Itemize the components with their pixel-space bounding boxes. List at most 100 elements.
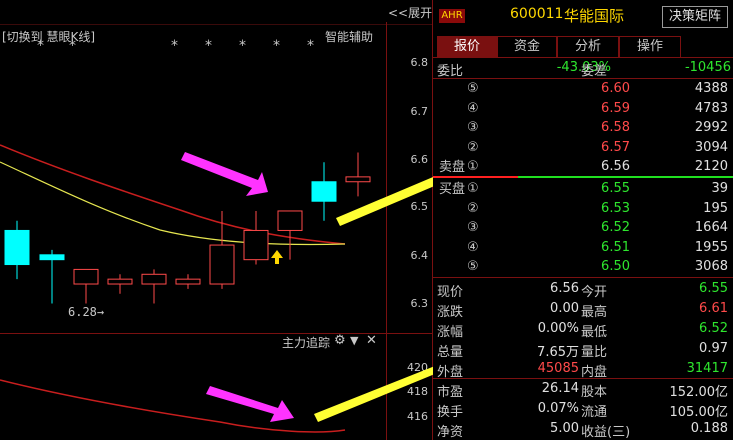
tab-capital[interactable]: 资金: [497, 36, 557, 57]
detail-label: 收益(三): [581, 425, 631, 440]
ma-line-yellow: [0, 161, 346, 246]
order-row[interactable]: ⑤ 6.50 3068: [433, 257, 733, 277]
order-volume: 195: [703, 200, 728, 216]
detail-label: 最低: [581, 325, 608, 340]
order-volume: 39: [711, 181, 728, 196]
detail-label: 今开: [581, 285, 608, 300]
detail-label: 市盈: [437, 385, 464, 400]
tab-quote[interactable]: 报价: [437, 36, 497, 57]
order-level: ④: [467, 100, 479, 116]
detail-value: 31417: [686, 361, 728, 376]
order-row[interactable]: ⑤ 6.60 4388: [433, 79, 733, 99]
detail-value: 0.97: [699, 341, 728, 356]
stock-name: 华能国际: [564, 7, 625, 25]
stock-code: 600011: [510, 6, 564, 22]
detail-value: 0.07%: [537, 401, 579, 416]
order-row[interactable]: ② 6.53 195: [433, 199, 733, 219]
candle-body: [4, 229, 30, 266]
decision-matrix-button[interactable]: 决策矩阵: [662, 6, 728, 28]
detail-value: 26.14: [541, 381, 579, 396]
detail-row: 涨跌 0.00 最高 6.61: [433, 299, 733, 320]
order-volume: 3068: [694, 259, 728, 274]
order-price: 6.60: [601, 81, 630, 96]
detail-label: 现价: [437, 285, 464, 300]
order-price: 6.53: [601, 200, 630, 216]
wb-label: 委比: [437, 64, 464, 79]
detail-value: 152.00亿: [669, 385, 729, 400]
candle-body: [277, 210, 303, 231]
order-price: 6.55: [601, 181, 630, 196]
detail-row: 外盘 45085 内盘 31417: [433, 359, 733, 380]
detail-label: 股本: [581, 385, 608, 400]
detail-value: 0.00: [550, 301, 579, 316]
detail-label: 最高: [581, 305, 608, 320]
kline-chart[interactable]: [切换到 慧眼K线] 智能辅助 <<展开 6.8 6.7 6.6 6.5 6.4…: [0, 0, 433, 440]
wc-value: -10456: [684, 60, 731, 75]
candle-body: [311, 181, 337, 202]
magenta-arrow-icon: [206, 386, 294, 422]
order-price: 6.56: [601, 159, 630, 174]
detail-label: 总量: [437, 345, 464, 360]
order-level: ②: [467, 139, 479, 155]
detail-row: 总量 7.65万 量比 0.97: [433, 339, 733, 360]
order-row[interactable]: ① 6.56 2120: [433, 157, 733, 177]
detail-value: 0.00%: [537, 321, 579, 336]
candle-body: [345, 176, 371, 183]
detail-label: 净资: [437, 425, 464, 440]
order-volume: 2992: [694, 120, 728, 135]
tab-analysis[interactable]: 分析: [557, 36, 619, 57]
detail-label: 量比: [581, 345, 608, 360]
detail-value: 45085: [537, 361, 579, 376]
order-price: 6.59: [601, 100, 630, 116]
order-price: 6.52: [601, 220, 630, 235]
candle-body: [243, 229, 269, 261]
order-price: 6.57: [601, 139, 630, 155]
candle-body: [141, 273, 167, 285]
wc-label: 委差: [581, 64, 608, 79]
order-price: 6.58: [601, 120, 630, 135]
order-level: ④: [467, 239, 479, 255]
order-row[interactable]: ① 6.55 39: [433, 179, 733, 199]
detail-value: 0.188: [690, 421, 728, 436]
order-level: ①: [467, 159, 479, 174]
magenta-arrow-icon: [181, 152, 268, 196]
detail-value: 7.65万: [537, 345, 579, 360]
candles: [4, 152, 371, 304]
order-row[interactable]: ③ 6.52 1664: [433, 218, 733, 238]
order-volume: 4388: [694, 81, 728, 96]
order-volume: 3094: [694, 139, 728, 155]
order-price: 6.51: [601, 239, 630, 255]
detail-row: 净资 5.00 收益(三) 0.188: [433, 419, 733, 440]
detail-value: 5.00: [550, 421, 579, 436]
order-level: ②: [467, 200, 479, 216]
order-row[interactable]: ③ 6.58 2992: [433, 118, 733, 138]
candle-body: [175, 278, 201, 285]
detail-label: 流通: [581, 405, 608, 420]
order-level: ①: [467, 181, 479, 196]
tab-operate[interactable]: 操作: [619, 36, 681, 57]
yellow-arrow-icon: [336, 176, 433, 226]
order-row[interactable]: ② 6.57 3094: [433, 138, 733, 158]
order-level: ⑤: [467, 81, 479, 96]
order-row[interactable]: ④ 6.59 4783: [433, 99, 733, 119]
buy-signal-icon: [271, 250, 283, 264]
order-row[interactable]: ④ 6.51 1955: [433, 238, 733, 258]
detail-value: 6.61: [699, 301, 728, 316]
order-volume: 1664: [694, 220, 728, 235]
indicator-line: [0, 379, 346, 433]
detail-row: 市盈 26.14 股本 152.00亿: [433, 379, 733, 400]
order-level: ③: [467, 220, 479, 235]
buy-bar: [518, 176, 733, 178]
detail-row: 现价 6.56 今开 6.55: [433, 279, 733, 300]
order-level: ③: [467, 120, 479, 135]
candle-body: [73, 268, 99, 285]
order-volume: 1955: [694, 239, 728, 255]
detail-value: 6.52: [699, 321, 728, 336]
yellow-arrow-icon: [314, 366, 433, 422]
ahr-badge[interactable]: AHR: [439, 9, 465, 23]
detail-value: 6.56: [550, 281, 579, 296]
order-ratio-row: 委比 -43.03% 委差 -10456: [433, 58, 733, 79]
chart-canvas: [0, 144, 433, 433]
detail-value: 105.00亿: [669, 405, 729, 420]
candle-body: [209, 244, 235, 285]
